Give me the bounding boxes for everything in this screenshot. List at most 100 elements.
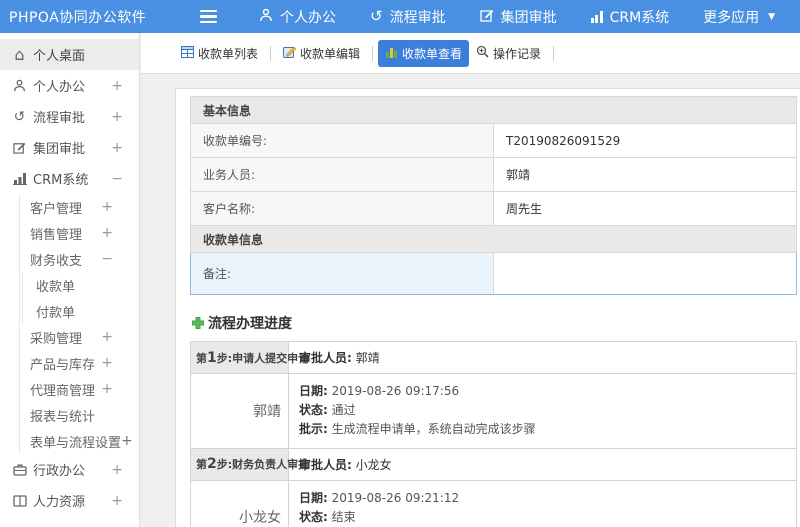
sidebar-item-payment-order[interactable]: 付款单 bbox=[23, 298, 139, 324]
collapse-icon[interactable]: − bbox=[111, 171, 123, 187]
chart-view-icon bbox=[385, 46, 398, 61]
sidebar-item-receipt-order[interactable]: 收款单 bbox=[23, 272, 139, 298]
sidebar-item-sales-management[interactable]: 销售管理 + bbox=[20, 220, 139, 246]
step-1-label: 第1步:申请人提交申请 bbox=[190, 341, 309, 374]
sidebar-item-label: 产品与库存 bbox=[30, 357, 96, 373]
sidebar-item-reports-statistics[interactable]: 报表与统计 bbox=[20, 402, 139, 428]
section-header-basic-info: 基本信息 bbox=[190, 96, 797, 124]
bar-chart-icon bbox=[11, 172, 28, 185]
workflow-progress-header: 流程办理进度 bbox=[191, 313, 797, 333]
sidebar-item-label: CRM系统 bbox=[33, 173, 89, 188]
sidebar-item-personal-office[interactable]: 个人办公 + bbox=[0, 70, 139, 101]
field-label-receipt-number: 收款单编号: bbox=[190, 123, 494, 158]
edit-icon bbox=[479, 8, 494, 25]
top-menu: 个人办公 ↺ 流程审批 集团审批 CRM系统 更多应用 ▼ bbox=[259, 7, 775, 27]
top-menu-personal-office[interactable]: 个人办公 bbox=[259, 7, 336, 27]
sidebar-item-workflow-approval[interactable]: ↺ 流程审批 + bbox=[0, 101, 139, 132]
expand-icon[interactable]: + bbox=[121, 433, 133, 449]
tab-label: 收款单列表 bbox=[198, 46, 259, 61]
expand-icon[interactable]: + bbox=[111, 462, 123, 478]
expand-icon[interactable]: + bbox=[101, 199, 113, 215]
step-1-approver: 审批人员: 郭靖 bbox=[288, 341, 797, 374]
finance-submenu: 收款单 付款单 bbox=[22, 272, 139, 324]
expand-icon[interactable]: + bbox=[101, 355, 113, 371]
top-menu-workflow-approval[interactable]: ↺ 流程审批 bbox=[370, 7, 446, 27]
field-value-salesperson: 郭靖 bbox=[493, 157, 797, 192]
sidebar-item-label: 表单与流程设置 bbox=[30, 435, 122, 451]
top-menu-more-apps[interactable]: 更多应用 ▼ bbox=[703, 7, 775, 27]
field-value-remark bbox=[493, 252, 797, 295]
sidebar-item-purchase-management[interactable]: 采购管理 + bbox=[20, 324, 139, 350]
collapse-icon[interactable]: − bbox=[101, 251, 113, 267]
tab-operation-log[interactable]: 操作记录 bbox=[469, 40, 548, 67]
table-row: 客户名称: 周先生 bbox=[190, 191, 797, 226]
crm-submenu: 客户管理 + 销售管理 + 财务收支 − 收款单 付款单 采购管理 + 产品与库… bbox=[19, 194, 139, 454]
sidebar-item-agent-management[interactable]: 代理商管理 + bbox=[20, 376, 139, 402]
sidebar-item-label: 销售管理 bbox=[30, 227, 83, 243]
step-1-details: 日期: 2019-08-26 09:17:56 状态: 通过 批示: 生成流程申… bbox=[288, 373, 797, 449]
step-header-row: 第1步:申请人提交申请 审批人员: 郭靖 bbox=[190, 341, 797, 374]
expand-icon[interactable]: + bbox=[101, 381, 113, 397]
top-menu-label: 更多应用 bbox=[703, 9, 760, 26]
workflow-steps-table: 第1步:申请人提交申请 审批人员: 郭靖 郭靖 日期: 2019-08-26 0… bbox=[190, 341, 797, 527]
sidebar-item-label: 客户管理 bbox=[30, 201, 83, 217]
sidebar-item-personal-desktop[interactable]: ⌂ 个人桌面 bbox=[0, 39, 139, 70]
step-status-line: 状态: 结束 bbox=[299, 509, 356, 524]
book-icon bbox=[11, 494, 28, 507]
person-icon bbox=[259, 8, 273, 25]
sidebar-item-label: 代理商管理 bbox=[30, 383, 96, 399]
sidebar-item-label: 个人桌面 bbox=[33, 49, 86, 64]
hamburger-menu-icon[interactable] bbox=[196, 6, 221, 28]
sidebar-item-label: 行政办公 bbox=[33, 464, 86, 479]
tab-separator bbox=[553, 45, 555, 61]
sidebar-item-finance-income-expense[interactable]: 财务收支 − bbox=[20, 246, 139, 272]
topbar: PHPOA协同办公软件 个人办公 ↺ 流程审批 集团审批 CRM系统 更多应用 … bbox=[0, 0, 800, 33]
sidebar-item-label: 采购管理 bbox=[30, 331, 83, 347]
sidebar-item-label: 报表与统计 bbox=[30, 409, 96, 425]
tab-separator bbox=[372, 45, 374, 61]
expand-icon[interactable]: + bbox=[111, 140, 123, 156]
field-label-remark: 备注: bbox=[190, 252, 494, 295]
expand-icon[interactable]: + bbox=[101, 225, 113, 241]
bar-chart-icon bbox=[590, 10, 603, 23]
sidebar-item-customer-management[interactable]: 客户管理 + bbox=[20, 194, 139, 220]
expand-icon[interactable]: + bbox=[101, 329, 113, 345]
top-menu-crm[interactable]: CRM系统 bbox=[590, 7, 670, 27]
sidebar-item-form-workflow-settings[interactable]: 表单与流程设置 + bbox=[20, 428, 139, 454]
receipt-info-table: 基本信息 收款单编号: T20190826091529 业务人员: 郭靖 客户名… bbox=[190, 96, 797, 295]
sidebar-item-group-approval[interactable]: 集团审批 + bbox=[0, 132, 139, 163]
top-menu-label: 流程审批 bbox=[389, 9, 446, 26]
edit-doc-icon bbox=[283, 46, 297, 61]
sidebar-item-label: 集团审批 bbox=[33, 142, 86, 157]
sidebar-item-label: 个人办公 bbox=[33, 80, 86, 95]
step-detail-row: 小龙女 日期: 2019-08-26 09:21:12 状态: 结束 批示: 通… bbox=[190, 479, 797, 527]
detail-panel: 基本信息 收款单编号: T20190826091529 业务人员: 郭靖 客户名… bbox=[175, 88, 800, 527]
field-label-customer-name: 客户名称: bbox=[190, 191, 494, 226]
tab-receipt-view[interactable]: 收款单查看 bbox=[378, 39, 470, 67]
expand-icon[interactable]: + bbox=[111, 493, 123, 509]
top-menu-label: 集团审批 bbox=[500, 9, 557, 26]
top-menu-group-approval[interactable]: 集团审批 bbox=[479, 7, 557, 27]
field-value-receipt-number: T20190826091529 bbox=[493, 123, 797, 158]
table-row: 收款单编号: T20190826091529 bbox=[190, 123, 797, 158]
sidebar-item-product-inventory[interactable]: 产品与库存 + bbox=[20, 350, 139, 376]
tab-receipt-list[interactable]: 收款单列表 bbox=[174, 40, 265, 67]
workflow-progress-title: 流程办理进度 bbox=[208, 316, 292, 332]
sidebar: ⌂ 个人桌面 个人办公 + ↺ 流程审批 + 集团审批 + CRM系统 − 客户… bbox=[0, 33, 140, 527]
expand-icon[interactable]: + bbox=[111, 78, 123, 94]
expand-icon[interactable]: + bbox=[111, 109, 123, 125]
tab-label: 收款单查看 bbox=[402, 46, 463, 61]
tab-label: 操作记录 bbox=[493, 46, 542, 61]
step-2-label: 第2步:财务负责人审批 bbox=[190, 447, 309, 481]
tab-separator bbox=[270, 45, 272, 61]
sidebar-item-crm[interactable]: CRM系统 − bbox=[0, 163, 139, 194]
tab-receipt-edit[interactable]: 收款单编辑 bbox=[276, 40, 367, 67]
top-menu-label: CRM系统 bbox=[609, 9, 670, 26]
briefcase-icon bbox=[11, 463, 28, 476]
table-icon bbox=[181, 45, 194, 61]
home-icon: ⌂ bbox=[14, 45, 25, 64]
person-icon bbox=[11, 79, 28, 92]
sidebar-item-administration[interactable]: 行政办公 + bbox=[0, 454, 139, 485]
sidebar-item-human-resources[interactable]: 人力资源 + bbox=[0, 485, 139, 516]
field-value-customer-name: 周先生 bbox=[493, 191, 797, 226]
